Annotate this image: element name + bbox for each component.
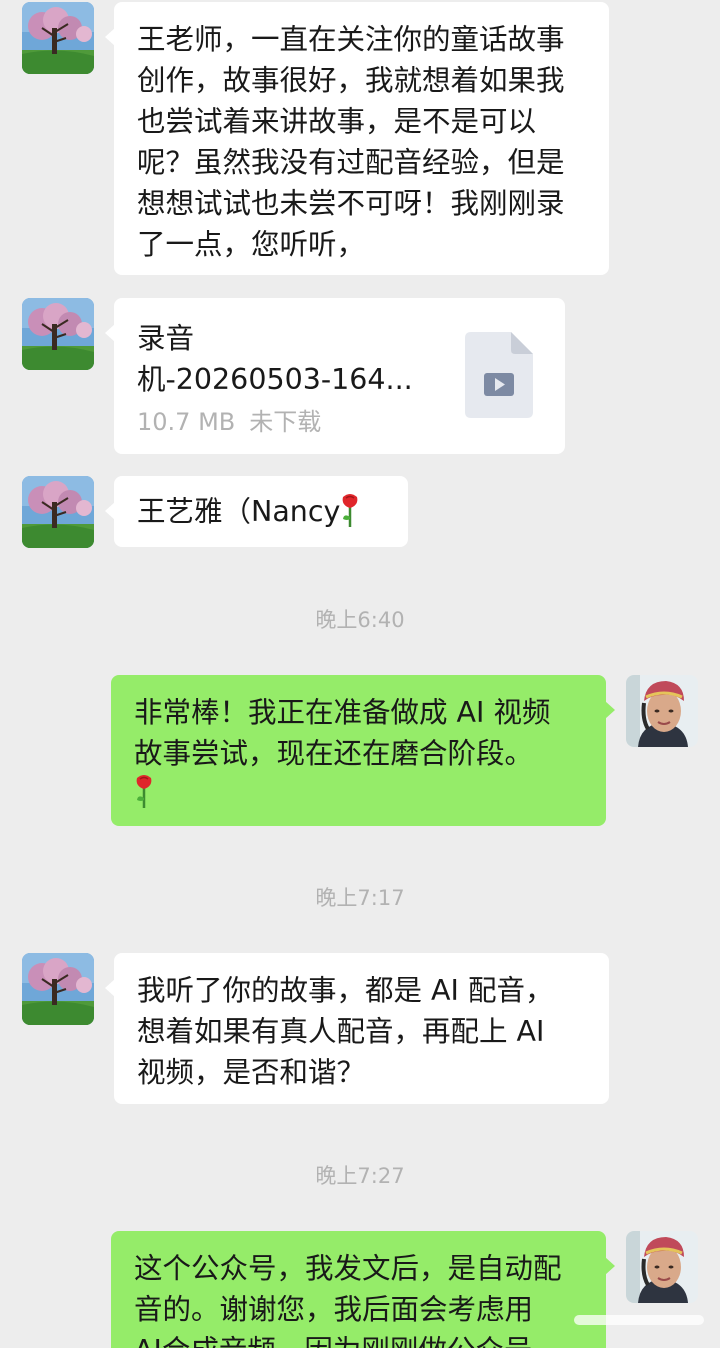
- timestamp: 晚上7:17: [315, 886, 405, 910]
- message-text-line: 想着如果有真人配音，再配上 AI: [137, 1015, 545, 1048]
- timestamp: 晚上6:40: [315, 608, 405, 632]
- message-text-line: 王老师，一直在关注你的童话故事: [137, 23, 565, 56]
- message-text-line: AI合成音频，因为刚刚做公众号: [134, 1330, 584, 1348]
- tree-painting-avatar-image: [22, 2, 94, 74]
- file-name: 录音 机-20260503-164...: [137, 318, 437, 400]
- contact-avatar[interactable]: [22, 2, 94, 74]
- file-name-line: 录音: [137, 322, 195, 355]
- file-size: 10.7 MB: [137, 408, 236, 436]
- message-text-line: 创作，故事很好，我就想着如果我: [137, 64, 565, 97]
- message-text-line: 故事尝试，现在还在磨合阶段。: [134, 737, 534, 770]
- woman-with-headscarf-avatar-image: [626, 675, 698, 747]
- message-text-line: 呢？虽然我没有过配音经验，但是: [137, 146, 565, 179]
- file-message-card[interactable]: 录音 机-20260503-164... 10.7 MB 未下载: [105, 298, 565, 454]
- woman-with-headscarf-avatar-image: [626, 1231, 698, 1303]
- my-avatar[interactable]: [626, 1231, 698, 1303]
- tree-painting-avatar-image: [22, 298, 94, 370]
- message-text: 王艺雅（Nancy: [137, 495, 341, 528]
- file-meta: 10.7 MB 未下载: [137, 402, 321, 437]
- message-text-line: 视频，是否和谐？: [137, 1056, 366, 1089]
- message-bubble[interactable]: 王老师，一直在关注你的童话故事 创作，故事很好，我就想着如果我 也尝试着来讲故事…: [105, 2, 609, 275]
- contact-avatar[interactable]: [22, 298, 94, 370]
- message-text-line: 非常棒！我正在准备做成 AI 视频: [134, 696, 551, 729]
- message-text-line: 这个公众号，我发文后，是自动配: [134, 1252, 562, 1285]
- message-bubble[interactable]: 王艺雅（Nancy: [105, 476, 408, 547]
- message-text-line: 我听了你的故事，都是 AI 配音，: [137, 974, 554, 1007]
- contact-avatar[interactable]: [22, 953, 94, 1025]
- video-file-icon: [465, 332, 533, 418]
- home-indicator[interactable]: [574, 1315, 704, 1325]
- message-bubble[interactable]: 非常棒！我正在准备做成 AI 视频 故事尝试，现在还在磨合阶段。: [111, 675, 615, 826]
- message-text-line: 想想试试也未尝不可呀！我刚刚录: [137, 187, 565, 220]
- tree-painting-avatar-image: [22, 953, 94, 1025]
- contact-avatar[interactable]: [22, 476, 94, 548]
- my-avatar[interactable]: [626, 675, 698, 747]
- message-bubble[interactable]: 这个公众号，我发文后，是自动配 音的。谢谢您，我后面会考虑用 AI合成音频，因为…: [111, 1231, 615, 1348]
- tree-painting-avatar-image: [22, 476, 94, 548]
- message-bubble[interactable]: 我听了你的故事，都是 AI 配音， 想着如果有真人配音，再配上 AI 视频，是否…: [105, 953, 609, 1104]
- rose-emoji-icon: [340, 493, 360, 538]
- file-name-line: 机-20260503-164...: [137, 363, 413, 396]
- chat-conversation: 王老师，一直在关注你的童话故事 创作，故事很好，我就想着如果我 也尝试着来讲故事…: [0, 0, 720, 1348]
- timestamp: 晚上7:27: [315, 1164, 405, 1188]
- message-text-line: 也尝试着来讲故事，是不是可以: [137, 105, 537, 138]
- message-text-line: 了一点，您听听，: [137, 228, 366, 261]
- message-text-line: 音的。谢谢您，我后面会考虑用: [134, 1293, 534, 1326]
- file-download-status: 未下载: [249, 408, 322, 436]
- rose-emoji-icon: [134, 774, 584, 819]
